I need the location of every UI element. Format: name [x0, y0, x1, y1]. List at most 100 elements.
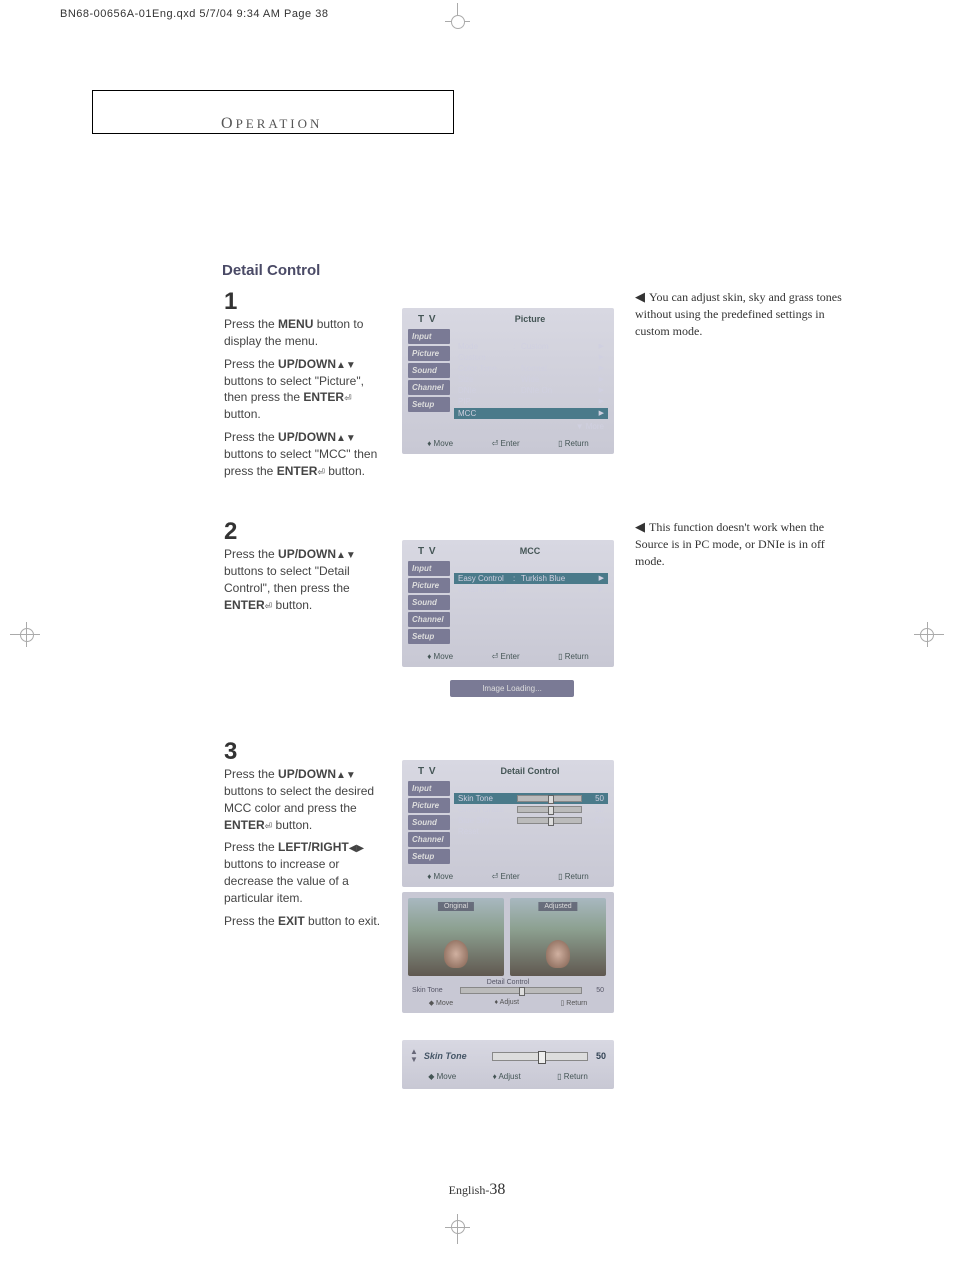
chevron-right-icon: ▶ — [599, 375, 604, 384]
left-right-icon: ◀▶ — [349, 842, 364, 856]
osd-sidebar-item: Channel — [408, 832, 450, 847]
osd-slider-row: Blue Sky50 — [454, 815, 608, 826]
osd-title: MCC — [452, 546, 608, 556]
osd-sidebar-item: Picture — [408, 798, 450, 813]
osd-slider-row: Green Grass50 — [454, 804, 608, 815]
chevron-right-icon: ▶ — [599, 386, 604, 395]
return-hint: ▯ Return — [557, 1072, 588, 1081]
adjust-hint: ♦ Adjust — [493, 1072, 521, 1081]
preview-title: Detail Control — [408, 979, 608, 986]
crop-mark — [10, 634, 40, 635]
preview-footer: ◆ Move ♦ Adjust ▯ Return — [408, 999, 608, 1007]
enter-icon: ⏎ — [344, 393, 352, 403]
note-arrow-icon: ◀ — [635, 289, 645, 304]
step-text: Press the LEFT/RIGHT◀▶ buttons to increa… — [224, 839, 384, 906]
osd-skin-tone-strip: ▲▼ Skin Tone 50 ◆ Move ♦ Adjust ▯ Return — [402, 1040, 614, 1089]
slider-track — [517, 806, 582, 813]
preview-label: Original — [438, 902, 474, 911]
strip-footer: ◆ Move ♦ Adjust ▯ Return — [410, 1072, 606, 1081]
chevron-right-icon: ▶ — [599, 409, 604, 418]
slider-thumb — [548, 817, 554, 826]
osd-picture-menu: T V Picture Input Picture Sound Channel … — [402, 308, 614, 454]
crop-mark — [20, 628, 34, 642]
crop-mark — [451, 15, 465, 29]
step-text: Press the MENU button to display the men… — [224, 316, 384, 350]
osd-sidebar-item: Picture — [408, 346, 450, 361]
osd-row: Color Tone:Normal▶ — [454, 363, 608, 374]
osd-row: PIP▶ — [454, 396, 608, 407]
osd-footer: ♦ Move ⏎ Enter ▯ Return — [408, 872, 608, 881]
crop-mark — [26, 622, 27, 647]
chevron-right-icon: ▶ — [599, 353, 604, 362]
osd-row: Reset — [454, 826, 608, 837]
preview-slider: Skin Tone 50 — [408, 986, 608, 995]
osd-row: Size:Wide▶ — [454, 374, 608, 385]
chevron-right-icon: ▶ — [599, 397, 604, 406]
crop-mark — [914, 634, 944, 635]
skin-tone-value: 50 — [596, 1051, 606, 1061]
section-title: Detail Control — [222, 262, 320, 279]
preview-label: Adjusted — [538, 902, 577, 911]
osd-row-highlighted: MCC▶ — [454, 408, 608, 419]
preview-adjusted: Adjusted — [510, 898, 606, 976]
osd-sidebar-item: Picture — [408, 578, 450, 593]
slider-thumb — [519, 987, 525, 996]
osd-sidebar-item: Input — [408, 561, 450, 576]
return-hint: ▯ Return — [558, 439, 589, 448]
image-loading-box: Image Loading... — [450, 680, 574, 697]
move-hint: ♦ Move — [427, 872, 453, 881]
crop-mark — [927, 622, 928, 647]
osd-sidebar-item: Channel — [408, 612, 450, 627]
enter-hint: ⏎ Enter — [492, 652, 520, 661]
chapter-header-box: OPERATION — [92, 90, 454, 134]
slider-track — [517, 817, 582, 824]
osd-row: Detail Control▶ — [454, 584, 608, 595]
osd-row: Custom▶ — [454, 352, 608, 363]
up-down-icon: ▲▼ — [336, 549, 356, 563]
slider-track — [517, 795, 582, 802]
step-text: Press the UP/DOWN▲▼ buttons to select "D… — [224, 546, 384, 613]
osd-sidebar-item: Sound — [408, 815, 450, 830]
crop-mark — [451, 1220, 465, 1234]
osd-main: Easy Control:Turkish Blue▶ Detail Contro… — [454, 561, 608, 646]
chapter-header: OPERATION — [221, 115, 322, 133]
preview-face — [546, 940, 570, 968]
osd-title: Detail Control — [452, 766, 608, 776]
imposition-info: BN68-00656A-01Eng.qxd 5/7/04 9:34 AM Pag… — [60, 8, 328, 20]
osd-sidebar: Input Picture Sound Channel Setup — [408, 781, 450, 866]
osd-sidebar: Input Picture Sound Channel Setup — [408, 329, 450, 433]
chevron-right-icon: ▶ — [599, 585, 604, 594]
slider-thumb — [548, 795, 554, 804]
osd-row: DNIe:DNIe On▶ — [454, 385, 608, 396]
osd-sidebar-item: Setup — [408, 397, 450, 412]
osd-main: Skin Tone50 Green Grass50 Blue Sky50 Res… — [454, 781, 608, 866]
return-hint: ▯ Return — [558, 872, 589, 881]
osd-title: Picture — [452, 314, 608, 324]
osd-sidebar-item: Input — [408, 329, 450, 344]
enter-hint: ⏎ Enter — [492, 439, 520, 448]
slider-thumb — [538, 1051, 546, 1064]
osd-sidebar-item: Channel — [408, 380, 450, 395]
preview-original: Original — [408, 898, 504, 976]
osd-footer: ♦ Move ⏎ Enter ▯ Return — [408, 439, 608, 448]
osd-sidebar-item: Setup — [408, 849, 450, 864]
skin-tone-label: Skin Tone — [424, 1051, 484, 1061]
osd-sidebar-item: Sound — [408, 363, 450, 378]
up-down-icon: ▲▼ — [410, 1048, 418, 1064]
step-text: Press the UP/DOWN▲▼ buttons to select "P… — [224, 356, 384, 423]
osd-detail-control-menu: T V Detail Control Input Picture Sound C… — [402, 760, 614, 887]
osd-sidebar: Input Picture Sound Channel Setup — [408, 561, 450, 646]
up-down-icon: ▲▼ — [336, 359, 356, 373]
return-hint: ▯ Return — [561, 999, 588, 1007]
osd-sidebar-item: Input — [408, 781, 450, 796]
osd-footer: ♦ Move ⏎ Enter ▯ Return — [408, 652, 608, 661]
return-hint: ▯ Return — [558, 652, 589, 661]
note-arrow-icon: ◀ — [635, 519, 645, 534]
up-down-icon: ▲▼ — [336, 432, 356, 446]
slider-track — [460, 987, 582, 994]
adjust-hint: ♦ Adjust — [495, 999, 520, 1007]
step-text: Press the UP/DOWN▲▼ buttons to select th… — [224, 766, 384, 833]
slider-track — [492, 1052, 588, 1061]
step-text: Press the UP/DOWN▲▼ buttons to select "M… — [224, 429, 384, 480]
osd-row: Mode:Custom▶ — [454, 341, 608, 352]
